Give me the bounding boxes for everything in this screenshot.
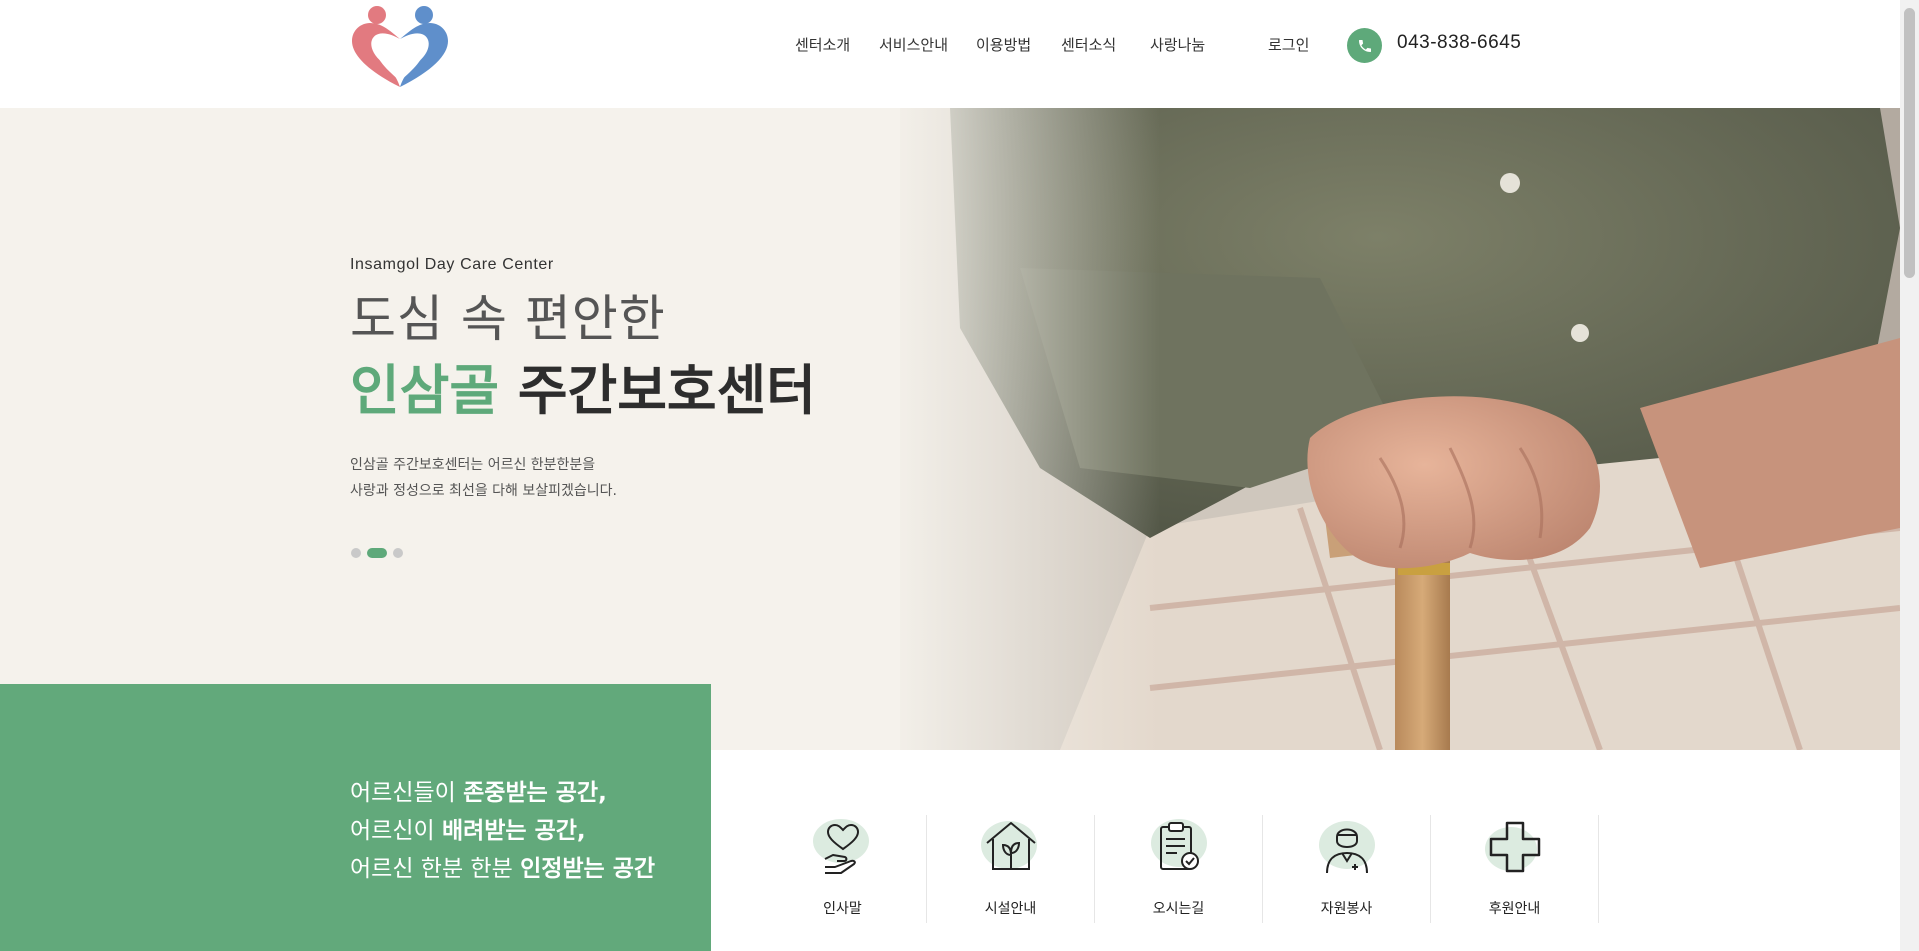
quick-link-directions[interactable]: 오시는길	[1095, 815, 1263, 923]
hero-eyebrow: Insamgol Day Care Center	[350, 256, 554, 273]
values-band: 어르신들이 존중받는 공간, 어르신이 배려받는 공간, 어르신 한분 한분 인…	[0, 684, 711, 951]
phone-icon	[1347, 28, 1382, 63]
values-text: 어르신들이 존중받는 공간, 어르신이 배려받는 공간, 어르신 한분 한분 인…	[350, 774, 655, 888]
page-scrollbar[interactable]	[1900, 0, 1919, 951]
slider-dot-2[interactable]	[367, 548, 387, 558]
quick-link-volunteer[interactable]: 자원봉사	[1263, 815, 1431, 923]
hero-desc-line2: 사랑과 정성으로 최선을 다해 보살피겠습니다.	[350, 483, 617, 499]
slider-pagination	[351, 548, 403, 558]
quick-link-facilities[interactable]: 시설안내	[927, 815, 1095, 923]
hero-desc-line1: 인삼골 주간보호센터는 어르신 한분한분을	[350, 457, 596, 473]
house-plant-icon	[980, 821, 1037, 870]
quick-link-label: 시설안내	[984, 901, 1037, 917]
values-line-2: 어르신이 배려받는 공간,	[350, 812, 655, 850]
quick-link-greeting[interactable]: 인사말	[759, 815, 927, 923]
hero-headline-line1: 도심 속 편안한	[350, 290, 666, 348]
site-header: 센터소개 서비스안내 이용방법 센터소식 사랑나눔 로그인 043-838-66…	[0, 0, 1900, 108]
values-line-1-bold: 존중받는 공간,	[463, 780, 607, 806]
values-line-1: 어르신들이 존중받는 공간,	[350, 774, 655, 812]
quick-link-donation[interactable]: 후원안내	[1431, 815, 1599, 923]
heart-logo-icon[interactable]	[350, 3, 450, 87]
hero-description: 인삼골 주간보호센터는 어르신 한분한분을 사랑과 정성으로 최선을 다해 보살…	[350, 452, 816, 504]
nav-center-intro[interactable]: 센터소개	[795, 34, 850, 55]
quick-link-label: 후원안내	[1488, 901, 1541, 917]
nav-services[interactable]: 서비스안내	[879, 34, 948, 55]
quick-link-label: 자원봉사	[1320, 901, 1373, 917]
hero-headline-accent: 인삼골	[350, 359, 500, 422]
nav-center-news[interactable]: 센터소식	[1061, 34, 1116, 55]
clipboard-check-icon	[1150, 819, 1207, 870]
values-line-3-bold: 인정받는 공간	[520, 856, 656, 882]
scrollbar-thumb[interactable]	[1904, 8, 1915, 278]
medical-cross-icon	[1484, 821, 1540, 873]
nav-sharing[interactable]: 사랑나눔	[1150, 34, 1205, 55]
quick-links: 인사말 시설안내 오시는길 자원봉사 후원안내	[711, 750, 1900, 951]
hero-headline-rest: 주간보호센터	[499, 359, 816, 422]
slider-dot-3[interactable]	[393, 548, 403, 558]
values-line-3-light: 어르신 한분 한분	[350, 856, 521, 882]
quick-link-label: 오시는길	[1152, 901, 1205, 917]
values-line-2-light: 어르신이	[350, 818, 442, 844]
values-line-2-bold: 배려받는 공간,	[441, 818, 586, 844]
phone-number[interactable]: 043-838-6645	[1397, 32, 1521, 54]
hero-text-block: Insamgol Day Care Center 도심 속 편안한 인삼골 주간…	[350, 256, 816, 504]
nurse-icon	[1318, 821, 1375, 874]
hero-headline-line2: 인삼골 주간보호센터	[350, 356, 816, 426]
quick-link-label: 인사말	[823, 901, 862, 917]
slider-dot-1[interactable]	[351, 548, 361, 558]
values-line-1-light: 어르신들이	[350, 780, 464, 806]
hero-photo-elderly-hand-cane	[0, 108, 1900, 750]
nav-how-to-use[interactable]: 이용방법	[976, 34, 1031, 55]
login-link[interactable]: 로그인	[1268, 34, 1309, 55]
heart-hand-icon	[812, 819, 869, 874]
hero-banner: Insamgol Day Care Center 도심 속 편안한 인삼골 주간…	[0, 108, 1900, 750]
values-line-3: 어르신 한분 한분 인정받는 공간	[350, 850, 655, 888]
